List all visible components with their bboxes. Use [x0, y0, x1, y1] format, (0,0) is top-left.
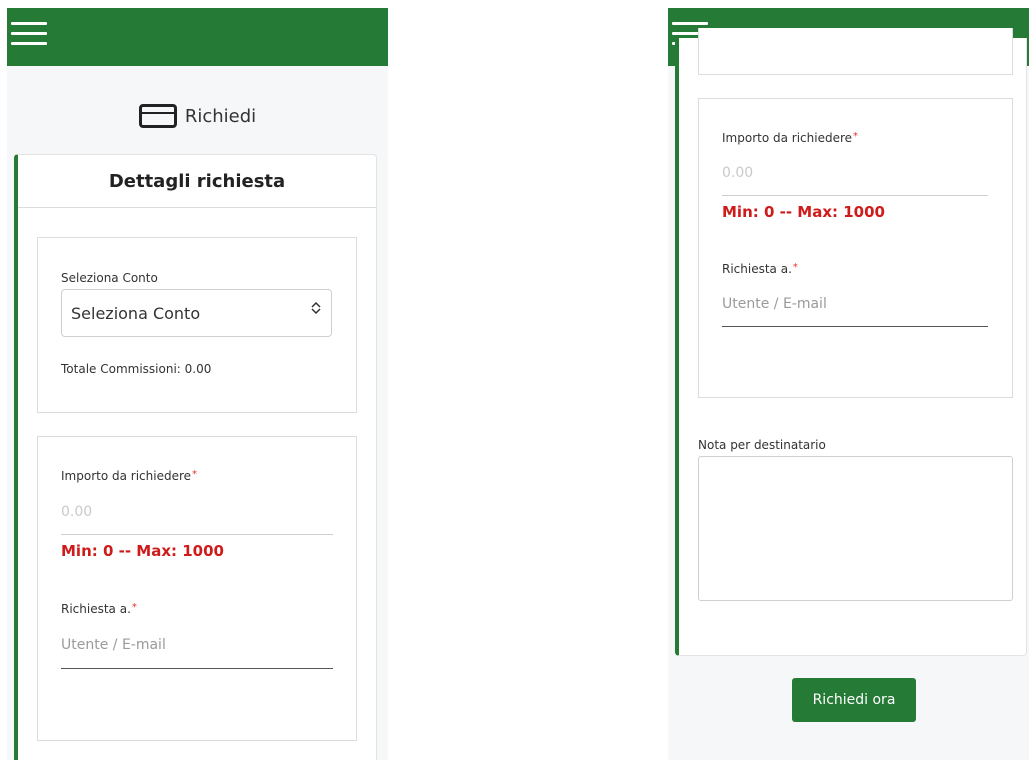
right-screen: Importo da richiedere* 0.00 Min: 0 -- Ma… — [668, 8, 1029, 760]
account-section: Seleziona Conto Seleziona Conto Totale C… — [37, 237, 357, 413]
amount-input[interactable]: 0.00 — [61, 504, 92, 520]
page-heading: Richiedi — [7, 104, 388, 128]
amount-limits: Min: 0 -- Max: 1000 — [61, 542, 224, 560]
page-title: Richiedi — [184, 105, 257, 127]
amount-input-underline — [722, 195, 988, 196]
amount-input-underline — [61, 534, 333, 535]
account-label: Seleziona Conto — [61, 271, 158, 285]
account-section-bottom — [698, 28, 1013, 75]
panel-title: Dettagli richiesta — [18, 155, 376, 208]
recipient-label: Richiesta a.* — [722, 262, 798, 276]
recipient-input-underline — [61, 668, 333, 669]
amount-label: Importo da richiedere* — [722, 131, 859, 145]
submit-request-button[interactable]: Richiedi ora — [792, 678, 916, 722]
amount-input[interactable]: 0.00 — [722, 165, 753, 181]
amount-recipient-section: Importo da richiedere* 0.00 Min: 0 -- Ma… — [37, 436, 357, 741]
app-bar — [7, 8, 388, 66]
hamburger-menu-icon[interactable] — [11, 22, 49, 46]
amount-label: Importo da richiedere* — [61, 469, 198, 483]
chevron-up-down-icon — [311, 301, 321, 316]
recipient-label: Richiesta a.* — [61, 602, 137, 616]
recipient-input[interactable]: Utente / E-mail — [61, 637, 166, 653]
recipient-input-underline — [722, 326, 988, 327]
account-select-value: Seleziona Conto — [71, 303, 201, 323]
commissions-total: Totale Commissioni: 0.00 — [61, 362, 212, 376]
amount-recipient-section: Importo da richiedere* 0.00 Min: 0 -- Ma… — [698, 98, 1013, 398]
note-textarea[interactable] — [698, 456, 1013, 601]
note-label: Nota per destinatario — [698, 438, 826, 452]
request-details-panel: Dettagli richiesta Seleziona Conto Selez… — [14, 154, 377, 760]
recipient-input[interactable]: Utente / E-mail — [722, 296, 827, 312]
request-details-panel: Importo da richiedere* 0.00 Min: 0 -- Ma… — [675, 28, 1027, 656]
credit-card-icon — [138, 104, 177, 128]
account-select[interactable]: Seleziona Conto — [61, 289, 332, 337]
amount-limits: Min: 0 -- Max: 1000 — [722, 203, 885, 221]
left-screen: Richiedi Dettagli richiesta Seleziona Co… — [7, 8, 388, 760]
